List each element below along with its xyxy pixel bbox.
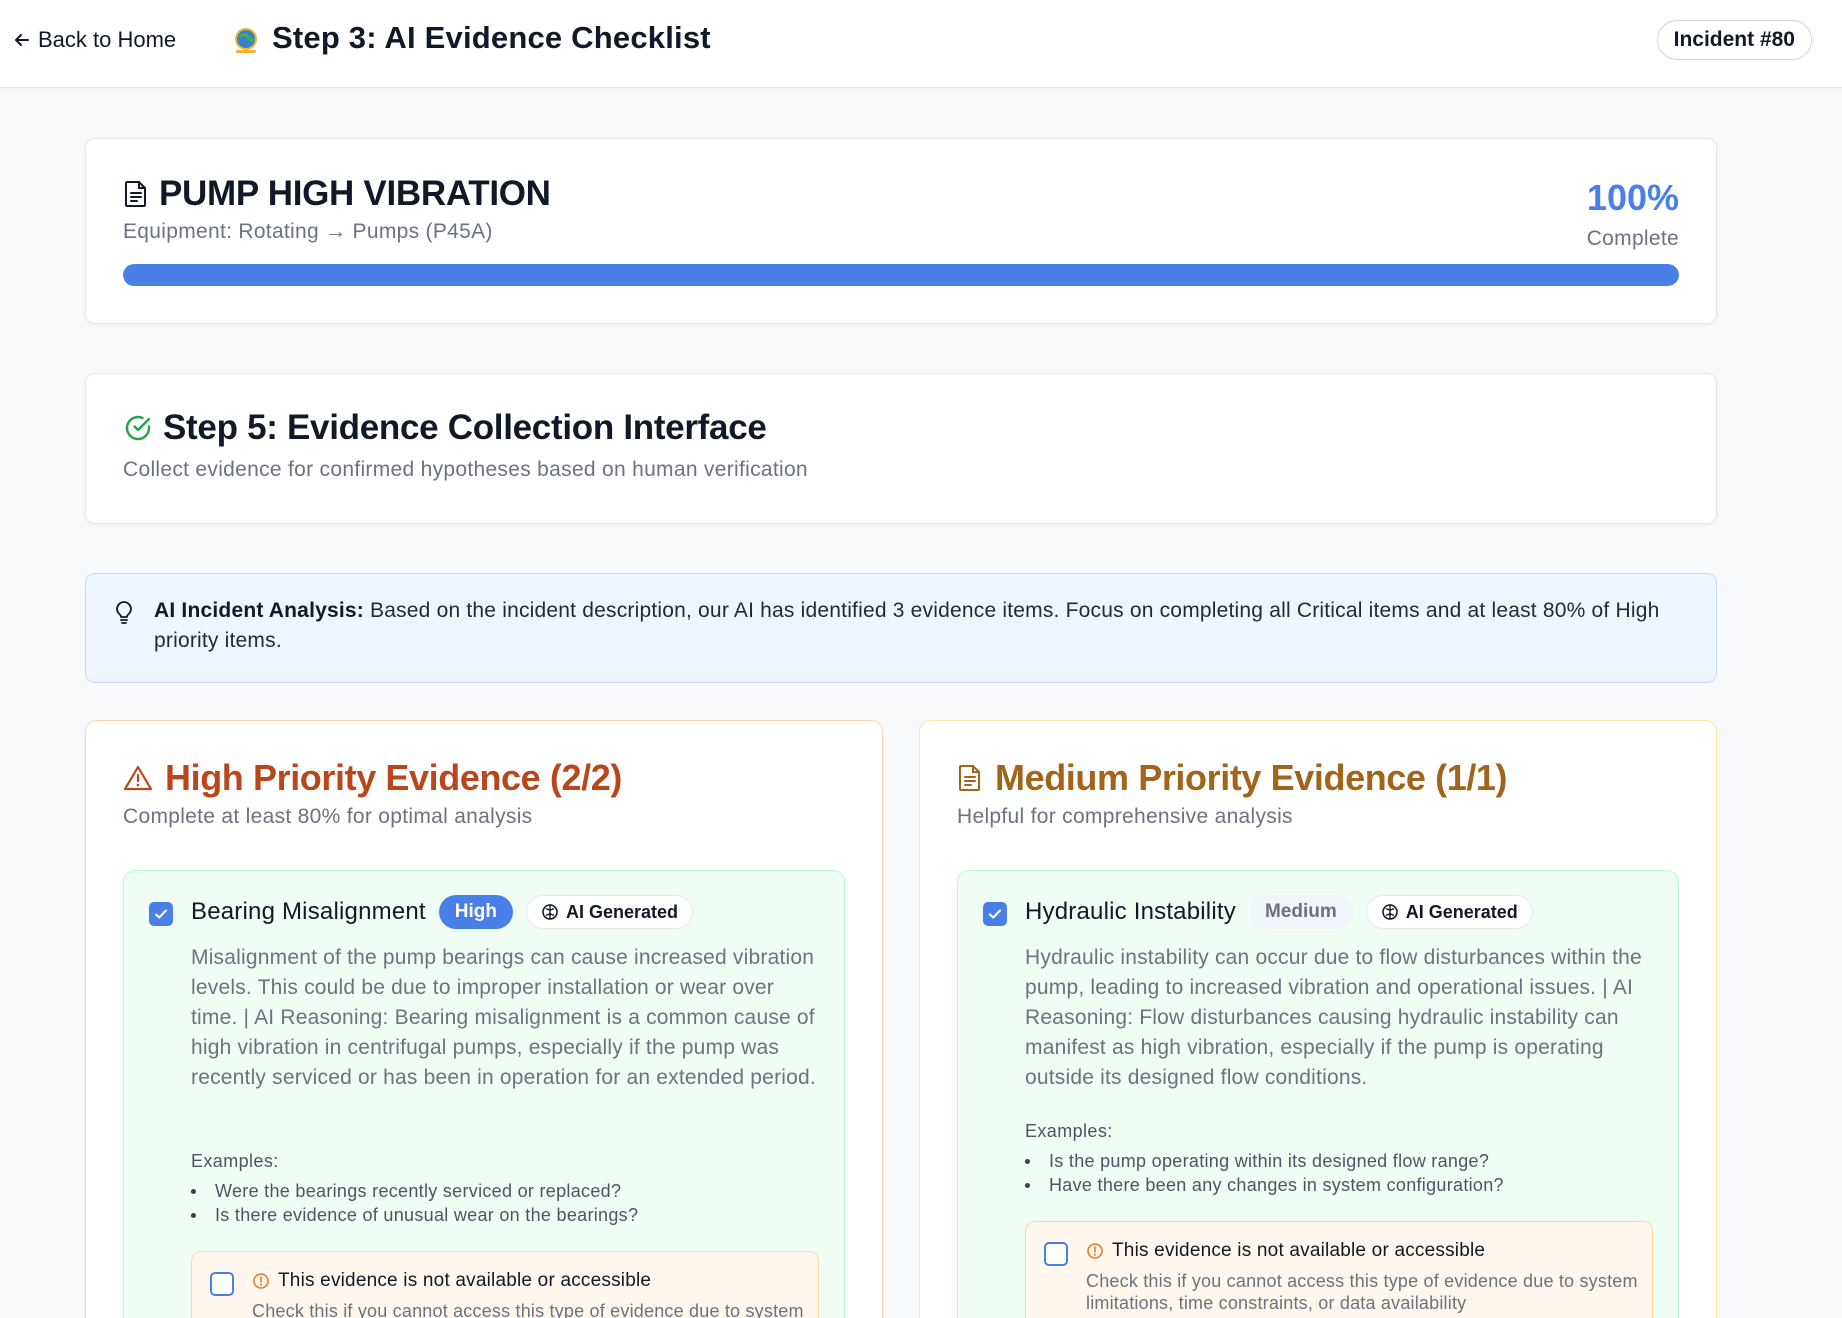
example-item: Is the pump operating within its designe… bbox=[1025, 1149, 1504, 1173]
ai-generated-badge: AI Generated bbox=[526, 895, 694, 929]
evidence-item-checkbox[interactable] bbox=[983, 902, 1007, 926]
ai-generated-label: AI Generated bbox=[1405, 901, 1518, 922]
not-available-box: This evidence is not available or access… bbox=[1025, 1221, 1653, 1318]
high-priority-subtitle: Complete at least 80% for optimal analys… bbox=[123, 805, 533, 828]
alert-label: AI Incident Analysis: bbox=[154, 599, 364, 622]
priority-badge: High bbox=[438, 895, 513, 929]
examples-list: Is the pump operating within its designe… bbox=[1025, 1149, 1504, 1197]
step-subtitle: Collect evidence for confirmed hypothese… bbox=[123, 458, 808, 481]
evidence-item-hydraulic-instability: Hydraulic Instability Medium AI Generate… bbox=[957, 870, 1679, 1318]
back-to-home-link[interactable]: Back to Home bbox=[12, 24, 176, 56]
brain-icon bbox=[542, 904, 558, 920]
example-item: Is there evidence of unusual wear on the… bbox=[191, 1203, 638, 1227]
checkmark-icon bbox=[989, 909, 1001, 919]
example-item: Have there been any changes in system co… bbox=[1025, 1173, 1504, 1197]
high-priority-title: High Priority Evidence (2/2) bbox=[165, 757, 622, 798]
example-item: Were the bearings recently serviced or r… bbox=[191, 1179, 638, 1203]
not-available-checkbox[interactable] bbox=[210, 1272, 234, 1296]
progress-percent: 100% bbox=[1586, 177, 1679, 218]
alert-text: AI Incident Analysis: Based on the incid… bbox=[154, 596, 1694, 656]
ai-generated-badge: AI Generated bbox=[1365, 895, 1533, 929]
checkmark-icon bbox=[155, 909, 167, 919]
step-card: Step 5: Evidence Collection Interface Co… bbox=[85, 373, 1717, 524]
incident-title: PUMP HIGH VIBRATION bbox=[159, 174, 551, 213]
document-icon bbox=[123, 180, 149, 208]
not-available-description: Check this if you cannot access this typ… bbox=[252, 1301, 804, 1318]
medium-priority-subtitle: Helpful for comprehensive analysis bbox=[957, 805, 1293, 828]
progress-label: Complete bbox=[1586, 227, 1679, 250]
not-available-checkbox[interactable] bbox=[1044, 1242, 1068, 1266]
evidence-item-bearing-misalignment: Bearing Misalignment High AI Generated M… bbox=[123, 870, 845, 1318]
page-title: Step 3: AI Evidence Checklist bbox=[272, 20, 711, 55]
not-available-title: This evidence is not available or access… bbox=[278, 1270, 652, 1291]
evidence-item-checkbox[interactable] bbox=[149, 902, 173, 926]
not-available-description: Check this if you cannot access this typ… bbox=[1086, 1271, 1638, 1313]
ai-analysis-alert: AI Incident Analysis: Based on the incid… bbox=[85, 573, 1717, 683]
medium-priority-section: Medium Priority Evidence (1/1) Helpful f… bbox=[919, 720, 1717, 1318]
warning-triangle-icon bbox=[123, 764, 153, 792]
lightbulb-icon bbox=[114, 600, 134, 631]
incident-card: PUMP HIGH VIBRATION Equipment: Rotating … bbox=[85, 138, 1717, 324]
back-to-home-label: Back to Home bbox=[38, 27, 177, 52]
brain-icon bbox=[1381, 904, 1398, 920]
incident-badge: Incident #80 bbox=[1656, 20, 1812, 60]
equipment-path: Equipment: Rotating → Pumps (P45A) bbox=[123, 220, 493, 243]
medium-priority-title: Medium Priority Evidence (1/1) bbox=[995, 757, 1508, 798]
evidence-item-description: Misalignment of the pump bearings can ca… bbox=[191, 946, 816, 1089]
alert-circle-icon bbox=[1087, 1243, 1103, 1259]
document-icon bbox=[957, 764, 983, 792]
ai-generated-label: AI Generated bbox=[566, 901, 679, 922]
not-available-box: This evidence is not available or access… bbox=[191, 1251, 819, 1318]
progress-bar bbox=[123, 264, 1679, 286]
step-title: Step 5: Evidence Collection Interface bbox=[163, 408, 767, 447]
alert-body: Based on the incident description, our A… bbox=[154, 599, 1660, 652]
not-available-title: This evidence is not available or access… bbox=[1112, 1240, 1486, 1261]
evidence-item-title: Bearing Misalignment bbox=[191, 898, 426, 925]
top-bar: Back to Home Step 3: AI Evidence Checkli… bbox=[0, 0, 1842, 88]
examples-label: Examples: bbox=[1025, 1121, 1113, 1141]
high-priority-section: High Priority Evidence (2/2) Complete at… bbox=[85, 720, 883, 1318]
app-logo-icon bbox=[230, 25, 262, 57]
progress-bar-fill bbox=[123, 264, 1679, 286]
arrow-left-icon bbox=[15, 34, 29, 46]
examples-label: Examples: bbox=[191, 1151, 279, 1171]
evidence-item-title: Hydraulic Instability bbox=[1025, 898, 1236, 925]
examples-list: Were the bearings recently serviced or r… bbox=[191, 1179, 638, 1227]
priority-badge: Medium bbox=[1248, 895, 1353, 929]
alert-circle-icon bbox=[253, 1273, 269, 1289]
evidence-item-description: Hydraulic instability can occur due to f… bbox=[1025, 946, 1642, 1089]
check-circle-icon bbox=[123, 413, 153, 443]
